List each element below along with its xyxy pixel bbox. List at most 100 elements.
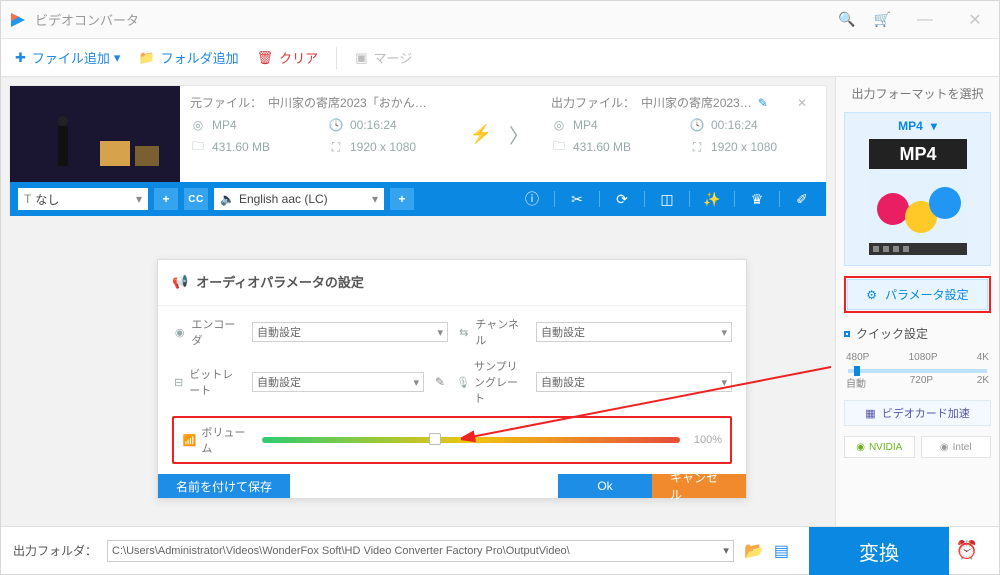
svg-text:MP4: MP4 xyxy=(899,144,936,164)
open-folder-icon[interactable]: 📂 xyxy=(744,541,764,561)
slider-knob[interactable] xyxy=(854,366,860,376)
dst-resolution: 1920 x 1080 xyxy=(711,140,777,154)
audio-params-panel: 📢オーディオパラメータの設定 ◉エンコーダ自動設定▾ ⇆チャンネル自動設定▾ ⊟… xyxy=(157,259,747,499)
save-preset-button[interactable]: 名前を付けて保存 xyxy=(158,474,290,498)
res-720p: 720P xyxy=(910,375,933,390)
format-label: MP4 xyxy=(898,119,923,133)
video-thumbnail[interactable] xyxy=(10,86,180,182)
dot-icon xyxy=(844,331,850,337)
dst-filename: 中川家の寄席2023… xyxy=(641,94,752,111)
nvidia-chip[interactable]: ◉ NVIDIA xyxy=(844,436,915,458)
titlebar: ビデオコンバータ 🔍 🛒 — ✕ xyxy=(1,1,999,39)
volume-percent: 100% xyxy=(694,434,722,446)
src-size: 431.60 MB xyxy=(212,140,270,154)
output-path-select[interactable]: C:\Users\Administrator\Videos\WonderFox … xyxy=(107,540,734,562)
format-selector[interactable]: MP4▾ MP4 xyxy=(844,112,991,266)
resolution-icon: ⛶ xyxy=(328,139,344,155)
param-label: パラメータ設定 xyxy=(885,286,969,303)
param-settings-button[interactable]: ⚙ パラメータ設定 xyxy=(847,279,988,310)
slider-knob[interactable] xyxy=(429,433,441,445)
edit-icon[interactable]: ✎ xyxy=(432,375,448,389)
side-title: 出力フォーマットを選択 xyxy=(844,85,991,102)
item-actions: Tなし▾ + CC 🔈English aac (LC)▾ + ⓘ ✂ ⟳ ◫ ✨… xyxy=(10,182,826,216)
mic-icon: 🎙 xyxy=(456,374,470,390)
volume-label: ボリューム xyxy=(201,424,254,456)
add-audio-button[interactable]: + xyxy=(390,188,414,210)
search-icon[interactable]: 🔍 xyxy=(838,11,855,28)
cut-icon[interactable]: ✂ xyxy=(561,188,593,210)
effects-icon[interactable]: ✨ xyxy=(696,188,728,210)
convert-button[interactable]: 変換 xyxy=(809,527,949,575)
megaphone-icon: 📢 xyxy=(172,274,188,290)
subtitle-track-select[interactable]: Tなし▾ xyxy=(18,188,148,210)
minimize-button[interactable]: — xyxy=(909,11,941,29)
file-item: 元ファイル：中川家の寄席2023「おかん… ◎MP4 🕓00:16:24 🗀43… xyxy=(9,85,827,216)
quick-settings-title: クイック設定 xyxy=(844,325,991,342)
src-format: MP4 xyxy=(212,118,237,132)
crop-icon[interactable]: ◫ xyxy=(651,188,683,210)
bitrate-value: 自動設定 xyxy=(257,374,301,390)
batch-icon[interactable]: ▤ xyxy=(774,541,789,561)
output-path-value: C:\Users\Administrator\Videos\WonderFox … xyxy=(112,545,570,557)
clear-button[interactable]: 🗑 クリア xyxy=(257,48,319,67)
nvidia-label: NVIDIA xyxy=(869,442,902,453)
volume-slider[interactable] xyxy=(262,437,680,443)
sliders-icon: ⚙ xyxy=(866,288,877,302)
channel-label: チャンネル xyxy=(475,316,528,348)
add-file-button[interactable]: ✚ ファイル追加 ▾ xyxy=(15,48,120,67)
ok-button[interactable]: Ok xyxy=(558,474,652,498)
src-resolution: 1920 x 1080 xyxy=(350,140,416,154)
dst-format: MP4 xyxy=(573,118,598,132)
remove-item-icon[interactable]: ✕ xyxy=(788,96,816,110)
quick-label: クイック設定 xyxy=(856,325,928,342)
intel-chip[interactable]: ◉Intel xyxy=(921,436,992,458)
sample-select[interactable]: 自動設定▾ xyxy=(536,372,732,392)
folder-icon: 🗀 xyxy=(551,139,567,155)
info-icon[interactable]: ⓘ xyxy=(516,188,548,210)
resolution-slider[interactable] xyxy=(848,369,987,373)
merge-button[interactable]: ▣ マージ xyxy=(355,48,412,67)
add-file-label: ファイル追加 xyxy=(32,48,110,67)
edit-name-icon[interactable]: ✎ xyxy=(758,96,768,110)
schedule-icon[interactable]: ⏰ xyxy=(947,540,987,561)
format-thumbnail: MP4 xyxy=(863,139,973,259)
edit-icon[interactable]: ✐ xyxy=(786,188,818,210)
channel-select[interactable]: 自動設定▾ xyxy=(536,322,732,342)
dst-size: 431.60 MB xyxy=(573,140,631,154)
folder-icon: 🗀 xyxy=(190,139,206,155)
channel-value: 自動設定 xyxy=(541,324,585,340)
watermark-icon[interactable]: ♛ xyxy=(741,188,773,210)
intel-icon: ◉ xyxy=(940,442,949,453)
resolution-icon: ⛶ xyxy=(689,139,705,155)
arrow-icon: 〉 xyxy=(497,86,541,182)
output-info: 出力ファイル：中川家の寄席2023…✎✕ ◎MP4 🕓00:16:24 🗀431… xyxy=(541,86,826,182)
add-folder-button[interactable]: 📁 フォルダ追加 xyxy=(138,48,238,67)
encoder-select[interactable]: 自動設定▾ xyxy=(252,322,448,342)
cc-button[interactable]: CC xyxy=(184,188,208,210)
res-2k: 2K xyxy=(977,375,989,390)
src-duration: 00:16:24 xyxy=(350,118,397,132)
subtitle-value: なし xyxy=(35,191,59,208)
cart-icon[interactable]: 🛒 xyxy=(874,11,891,28)
dst-duration: 00:16:24 xyxy=(711,118,758,132)
main-toolbar: ✚ ファイル追加 ▾ 📁 フォルダ追加 🗑 クリア ▣ マージ xyxy=(1,39,999,77)
gpu-accel-button[interactable]: ▦ビデオカード加速 xyxy=(844,400,991,426)
clear-label: クリア xyxy=(279,48,318,67)
cancel-button[interactable]: キャンセル xyxy=(652,474,746,498)
panel-title: オーディオパラメータの設定 xyxy=(196,272,364,291)
sidebar: 出力フォーマットを選択 MP4▾ MP4 ⚙パラメータ設定 クイック設定 480… xyxy=(835,77,999,526)
nvidia-icon: ◉ xyxy=(856,442,865,453)
bitrate-label: ビットレート xyxy=(189,366,244,398)
dst-label: 出力ファイル： xyxy=(551,94,635,111)
close-button[interactable]: ✕ xyxy=(959,10,991,30)
sample-value: 自動設定 xyxy=(541,374,585,390)
output-folder-label: 出力フォルダ： xyxy=(13,542,97,559)
bitrate-select[interactable]: 自動設定▾ xyxy=(252,372,424,392)
add-subtitle-button[interactable]: + xyxy=(154,188,178,210)
speaker-icon: 🔈 xyxy=(220,192,235,206)
rotate-icon[interactable]: ⟳ xyxy=(606,188,638,210)
audio-track-select[interactable]: 🔈English aac (LC)▾ xyxy=(214,188,384,210)
play-icon: ◉ xyxy=(172,324,187,340)
app-logo xyxy=(9,11,27,29)
folder-plus-icon: 📁 xyxy=(138,50,154,66)
